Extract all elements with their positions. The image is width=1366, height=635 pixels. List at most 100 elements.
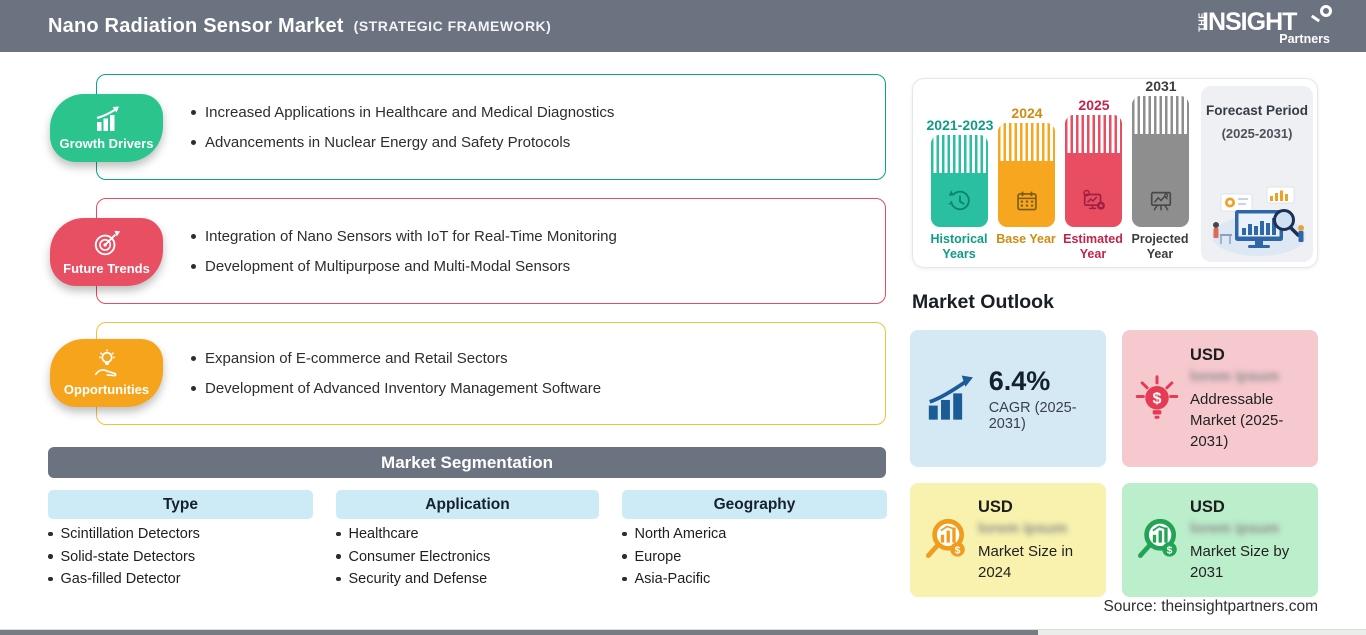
- timeline-bar-label: Projected Year: [1131, 232, 1189, 261]
- bottom-edge-strip: [0, 629, 1366, 635]
- segment-header-geography: Geography: [622, 490, 887, 519]
- segment-item: Scintillation Detectors: [60, 526, 200, 542]
- bullet-dot: [191, 109, 196, 115]
- market-outlook-title: Market Outlook: [912, 291, 1054, 313]
- segment-header-application: Application: [336, 490, 599, 519]
- insight-partners-logo: The INSIGHT Partners: [1194, 4, 1332, 48]
- segment-item: Solid-state Detectors: [60, 548, 196, 565]
- badge-label: Future Trends: [63, 261, 150, 276]
- list-item: Advancements in Nuclear Energy and Safet…: [191, 134, 885, 151]
- bar-stripes: [998, 123, 1055, 161]
- list-item: Increased Applications in Healthcare and…: [191, 104, 885, 121]
- bullet-dot: [48, 554, 53, 559]
- badge-label: Opportunities: [63, 382, 150, 397]
- history-icon: [948, 190, 970, 211]
- future-trend-text: Development of Multipurpose and Multi-Mo…: [205, 257, 571, 275]
- page-subtitle: (STRATEGIC FRAMEWORK): [353, 18, 552, 34]
- opportunity-text: Development of Advanced Inventory Manage…: [205, 380, 602, 397]
- timeline-bar-label: Base Year: [996, 232, 1056, 246]
- opportunities-box: Expansion of E-commerce and Retail Secto…: [96, 322, 886, 425]
- bulb-hand-icon: [94, 349, 116, 377]
- bullet-dot: [48, 576, 53, 581]
- infographic-page: Nano Radiation Sensor Market (STRATEGIC …: [0, 0, 1366, 635]
- list-item: Scintillation Detectors: [48, 526, 200, 542]
- bullet-dot: [48, 531, 53, 536]
- base-year-bar: [998, 123, 1055, 227]
- bullet-dot: [622, 531, 627, 536]
- segment-item: Security and Defense: [348, 571, 488, 587]
- bar-stripes: [931, 135, 988, 173]
- market-segmentation-header: Market Segmentation: [48, 447, 886, 478]
- bulb-dollar-icon: $: [1135, 374, 1179, 419]
- segment-item: Consumer Electronics: [348, 548, 491, 565]
- badge-label: Growth Drivers: [59, 135, 154, 151]
- addressable-market-card: $ USD lorem ipsum Addressable Market (20…: [1122, 330, 1318, 467]
- projected-year-bar: [1132, 96, 1189, 227]
- bar-stripes: [1132, 96, 1189, 134]
- magnifier-handle-icon: [1310, 14, 1321, 23]
- target-icon: [94, 230, 120, 256]
- segment-item: Healthcare: [348, 526, 419, 542]
- timeline-card: 2021-2023 2024 2025 2031 Historical Year…: [912, 78, 1318, 268]
- currency-label: USD: [1190, 345, 1225, 364]
- bullet-dot: [336, 576, 341, 581]
- bullet-dot: [191, 263, 196, 269]
- list-item: Consumer Electronics: [336, 549, 490, 565]
- forecast-range: (2025-2031): [1221, 126, 1293, 141]
- segment-item: Asia-Pacific: [634, 571, 711, 587]
- magnifier-ring-icon: [1320, 5, 1332, 17]
- future-trend-text: Integration of Nano Sensors with IoT for…: [205, 227, 617, 245]
- card-caption: Addressable Market (2025-2031): [1190, 390, 1284, 450]
- svg-text:$: $: [1153, 389, 1162, 407]
- bullet-dot: [622, 576, 627, 581]
- magnifier-chart-icon: $: [925, 518, 965, 558]
- header-bar: Nano Radiation Sensor Market (STRATEGIC …: [0, 0, 1366, 52]
- market-size-2024-card: $ USD lorem ipsum Market Size in 2024: [910, 483, 1106, 597]
- cagr-card: 6.4% CAGR (2025-2031): [910, 330, 1106, 467]
- presentation-icon: [1150, 191, 1171, 211]
- svg-text:$: $: [1167, 545, 1173, 556]
- card-caption: Market Size in 2024: [978, 542, 1074, 581]
- magnifier-chart-icon: $: [1137, 518, 1177, 558]
- card-caption: Market Size by 2031: [1190, 542, 1290, 581]
- growth-chart-icon: [96, 106, 119, 131]
- bullet-dot: [336, 531, 341, 536]
- list-item: Security and Defense: [336, 571, 490, 587]
- future-trends-box: Integration of Nano Sensors with IoT for…: [96, 198, 886, 304]
- svg-text:$: $: [955, 545, 961, 556]
- list-item: Development of Advanced Inventory Manage…: [191, 380, 885, 397]
- growth-driver-text: Advancements in Nuclear Energy and Safet…: [205, 133, 571, 151]
- gear-chart-icon: [1082, 189, 1105, 210]
- forecast-period-panel: Forecast Period (2025-2031): [1201, 86, 1313, 262]
- redacted-value: lorem ipsum: [1190, 367, 1280, 385]
- forecast-title: Forecast Period: [1205, 103, 1309, 118]
- market-size-2031-card: $ USD lorem ipsum Market Size by 2031: [1122, 483, 1318, 597]
- logo-partners-text: Partners: [1279, 32, 1330, 46]
- segment-item: Europe: [634, 548, 682, 565]
- list-item: Integration of Nano Sensors with IoT for…: [191, 228, 885, 245]
- list-item: Expansion of E-commerce and Retail Secto…: [191, 350, 885, 367]
- future-trends-badge: Future Trends: [50, 218, 163, 286]
- forecast-illustration: [1212, 186, 1306, 256]
- opportunity-text: Expansion of E-commerce and Retail Secto…: [205, 350, 508, 367]
- currency-label: USD: [1190, 497, 1225, 516]
- segment-item: North America: [634, 526, 727, 542]
- bullet-dot: [191, 139, 196, 145]
- estimated-year-bar: [1065, 115, 1122, 227]
- historical-years-bar: [931, 135, 988, 227]
- bullet-dot: [191, 233, 196, 239]
- growth-drivers-box: Increased Applications in Healthcare and…: [96, 74, 886, 180]
- list-item: Asia-Pacific: [622, 571, 726, 587]
- segment-item: Gas-filled Detector: [60, 571, 181, 587]
- segment-list-type: Scintillation Detectors Solid-state Dete…: [48, 526, 200, 587]
- list-item: Healthcare: [336, 526, 490, 542]
- cagr-caption: CAGR (2025-2031): [988, 399, 1077, 432]
- growth-driver-text: Increased Applications in Healthcare and…: [205, 103, 615, 121]
- growth-drivers-badge: Growth Drivers: [50, 94, 163, 162]
- list-item: Europe: [622, 549, 726, 565]
- redacted-value: lorem ipsum: [1190, 519, 1280, 537]
- opportunities-badge: Opportunities: [50, 339, 163, 407]
- bar-stripes: [1065, 115, 1122, 153]
- timeline-bar-label: Estimated Year: [1063, 232, 1123, 261]
- timeline-year: 2025: [1078, 97, 1110, 113]
